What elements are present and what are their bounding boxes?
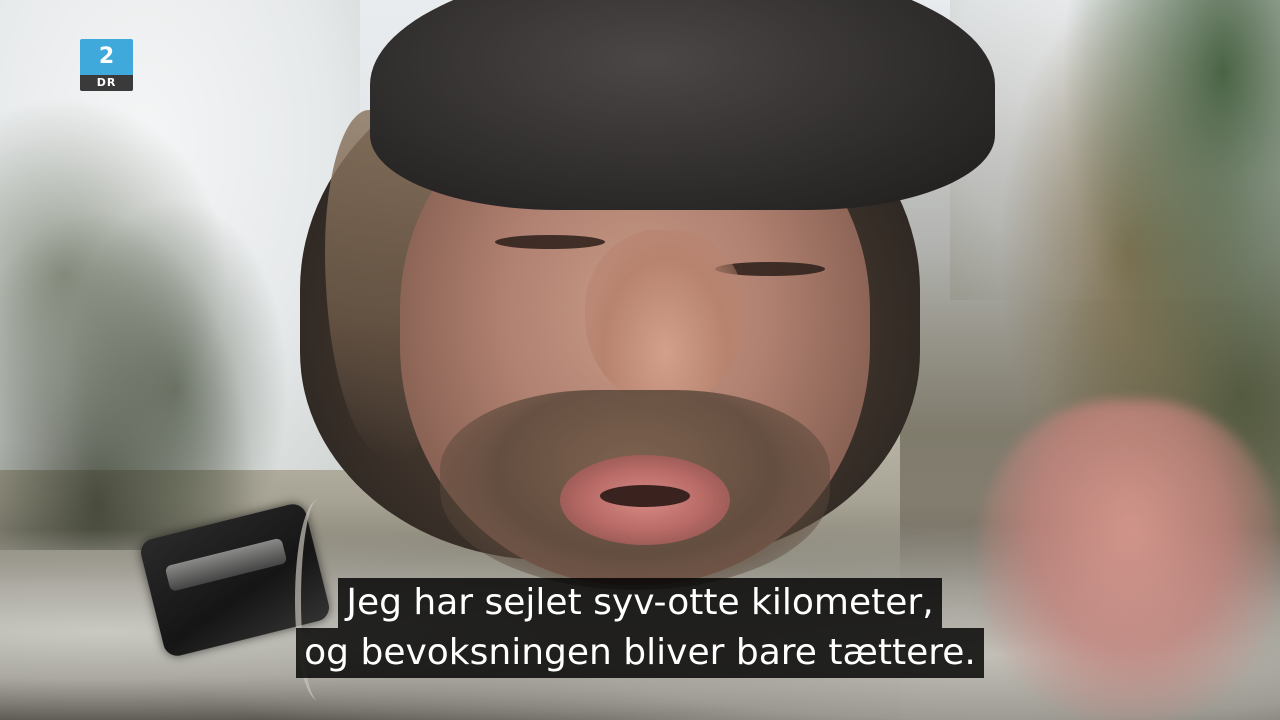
dr2-channel-logo: 2 DR <box>80 39 133 91</box>
left-eye <box>495 235 605 249</box>
subtitle-block: Jeg har sejlet syv-otte kilometer, og be… <box>0 578 1280 678</box>
mouth <box>560 455 730 545</box>
video-frame: 2 DR Jeg har sejlet syv-otte kilometer, … <box>0 0 1280 720</box>
logo-channel-number: 2 <box>80 39 133 75</box>
logo-channel-name: DR <box>80 75 133 91</box>
nose <box>585 230 745 405</box>
cap <box>370 0 995 210</box>
subtitle-line-2: og bevoksningen bliver bare tættere. <box>296 628 984 678</box>
subtitle-line-1: Jeg har sejlet syv-otte kilometer, <box>338 578 942 628</box>
trees-left <box>0 90 320 550</box>
